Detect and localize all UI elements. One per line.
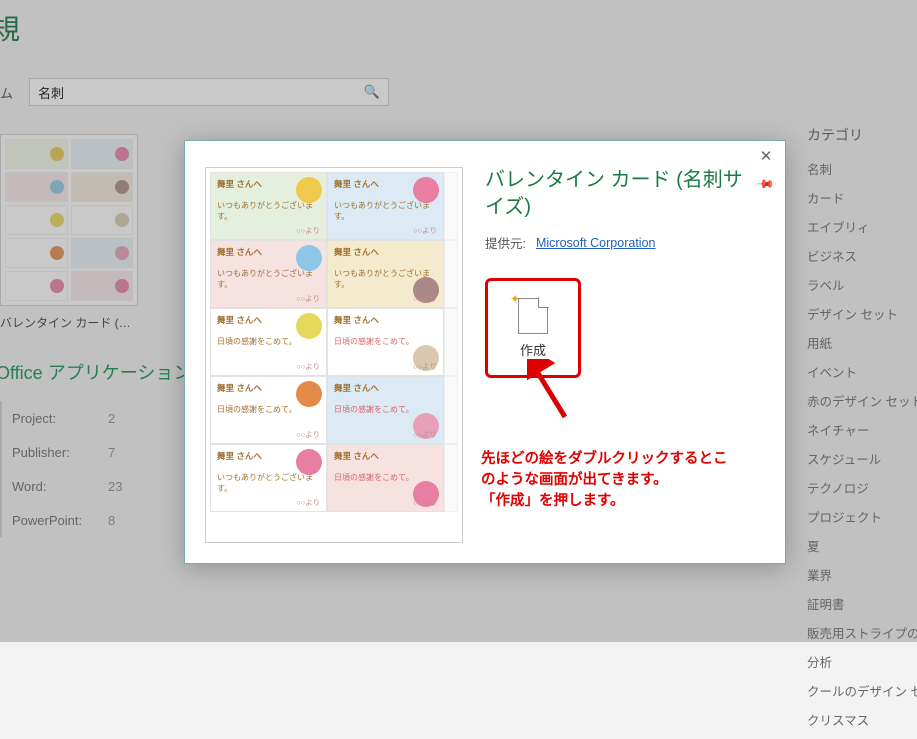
thumbnail-label: バレンタイン カード (…	[0, 314, 138, 331]
search-box[interactable]: 🔍	[29, 78, 389, 106]
category-item[interactable]: テクノロジ	[807, 478, 917, 497]
template-title: バレンタイン カード (名刺サイズ)	[485, 167, 765, 221]
category-item[interactable]: プロジェクト	[807, 507, 917, 526]
new-document-icon	[518, 298, 548, 334]
nav-home[interactable]: ム	[0, 83, 13, 102]
annotation-text: 先ほどの絵をダブルクリックするとこ のような画面が出てきます。 「作成」を押しま…	[481, 449, 728, 512]
app-name: Project:	[12, 411, 96, 426]
category-item[interactable]: エイブリィ	[807, 217, 917, 236]
category-item[interactable]: クリスマス	[807, 710, 917, 729]
app-count: 2	[108, 411, 115, 426]
search-input[interactable]	[38, 85, 364, 100]
category-item[interactable]: スケジュール	[807, 449, 917, 468]
template-preview-dialog: ✕ 📌 舞里 さんへ いつもありがとうございます。 ○○より 舞里 さんへ いつ…	[184, 140, 786, 564]
category-item[interactable]: 業界	[807, 565, 917, 584]
category-item[interactable]: デザイン セット	[807, 304, 917, 323]
provided-by-label: 提供元:	[485, 233, 526, 252]
category-item[interactable]: 販売用ストライプの	[807, 623, 917, 642]
page-title: 規	[0, 0, 917, 48]
app-count: 8	[108, 513, 115, 528]
app-count: 7	[108, 445, 115, 460]
category-item[interactable]: 用紙	[807, 333, 917, 352]
category-item[interactable]: 赤のデザイン セット	[807, 391, 917, 410]
category-item[interactable]: ビジネス	[807, 246, 917, 265]
create-button[interactable]: ✦ 作成	[485, 278, 581, 378]
category-item[interactable]: 証明書	[807, 594, 917, 613]
create-label: 作成	[520, 340, 546, 359]
category-item[interactable]: 名刺	[807, 159, 917, 178]
close-icon[interactable]: ✕	[757, 149, 775, 167]
category-item[interactable]: イベント	[807, 362, 917, 381]
template-preview-image: 舞里 さんへ いつもありがとうございます。 ○○より 舞里 さんへ いつもありが…	[205, 167, 463, 543]
category-item[interactable]: 夏	[807, 536, 917, 555]
category-item[interactable]: ネイチャー	[807, 420, 917, 439]
provider-link[interactable]: Microsoft Corporation	[536, 236, 656, 250]
category-sidebar: カテゴリ 名刺カードエイブリィビジネスラベルデザイン セット用紙イベント赤のデザ…	[807, 125, 917, 739]
app-name: Word:	[12, 479, 96, 494]
category-item[interactable]: 分析	[807, 652, 917, 671]
category-item[interactable]: カード	[807, 188, 917, 207]
app-count: 23	[108, 479, 122, 494]
category-item[interactable]: クールのデザイン セ	[807, 681, 917, 700]
category-item[interactable]: ラベル	[807, 275, 917, 294]
app-name: Publisher:	[12, 445, 96, 460]
search-icon[interactable]: 🔍	[364, 84, 380, 100]
template-thumbnail[interactable]	[0, 134, 138, 306]
category-heading: カテゴリ	[807, 125, 917, 145]
app-name: PowerPoint:	[12, 513, 96, 528]
